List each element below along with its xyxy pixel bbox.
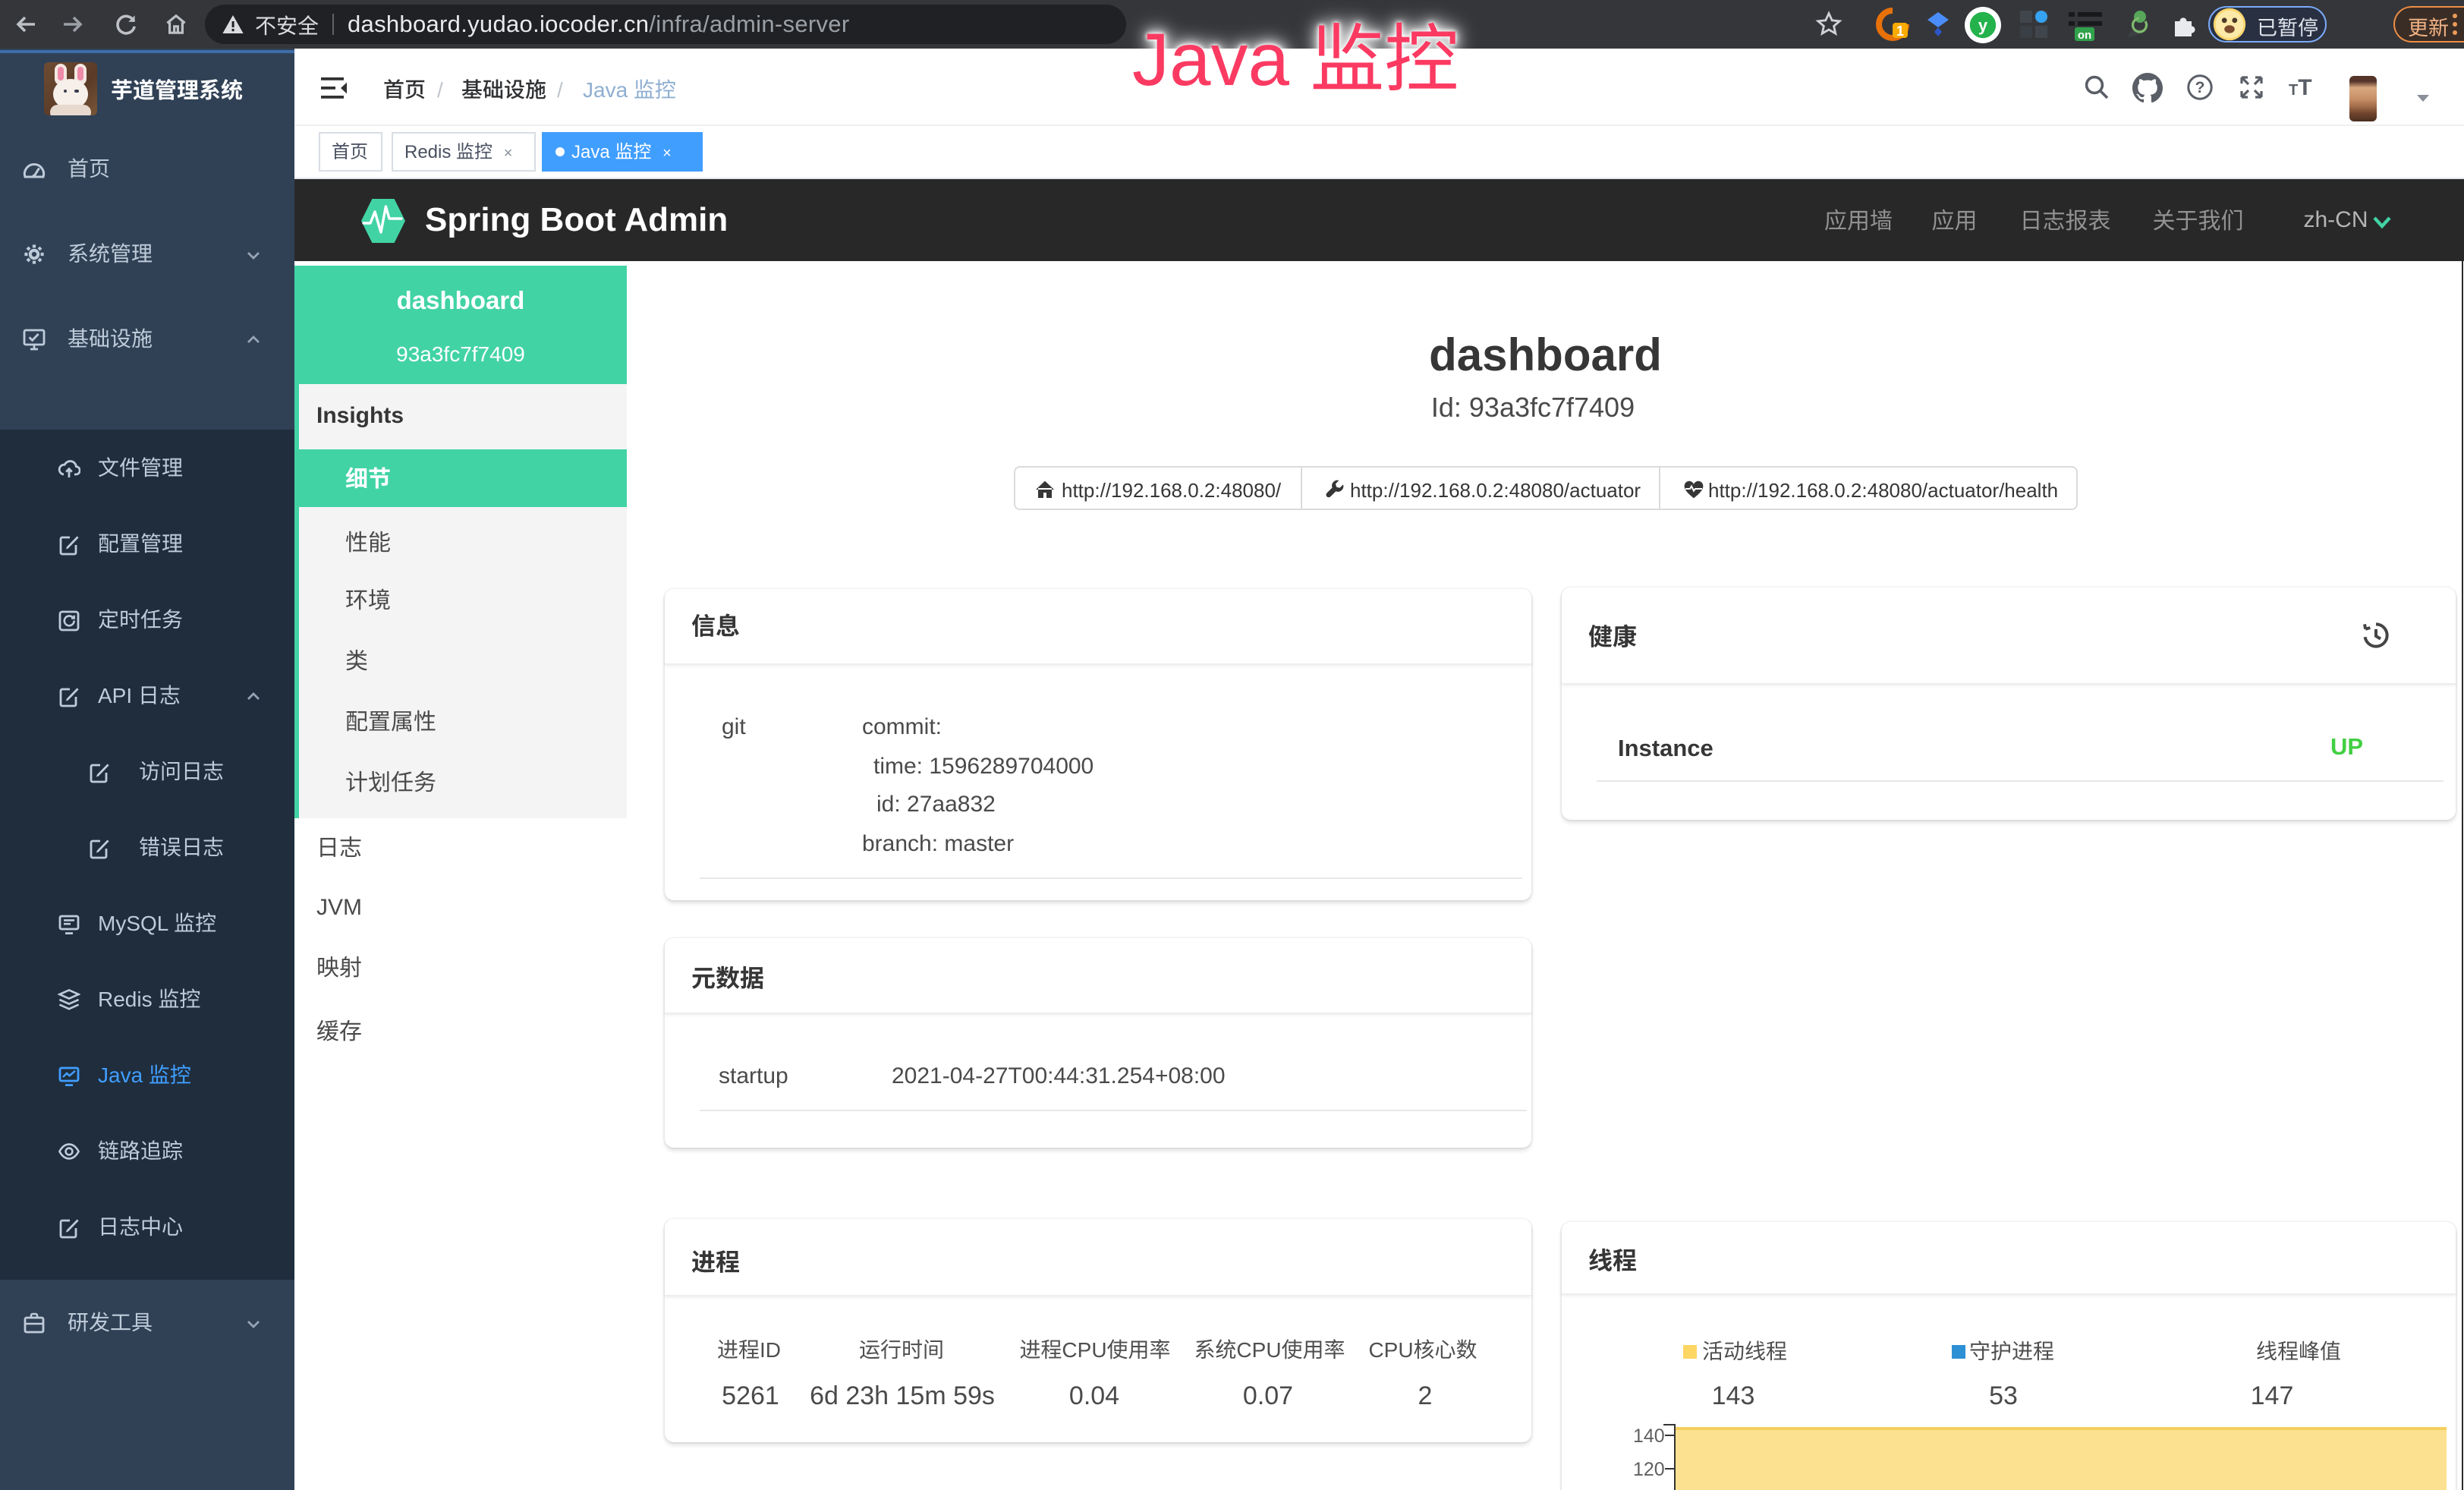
- svg-text:on: on: [2078, 29, 2091, 42]
- svg-text:y: y: [1978, 16, 1988, 35]
- svg-text:1: 1: [1896, 24, 1904, 39]
- svg-text:?: ?: [2195, 79, 2205, 96]
